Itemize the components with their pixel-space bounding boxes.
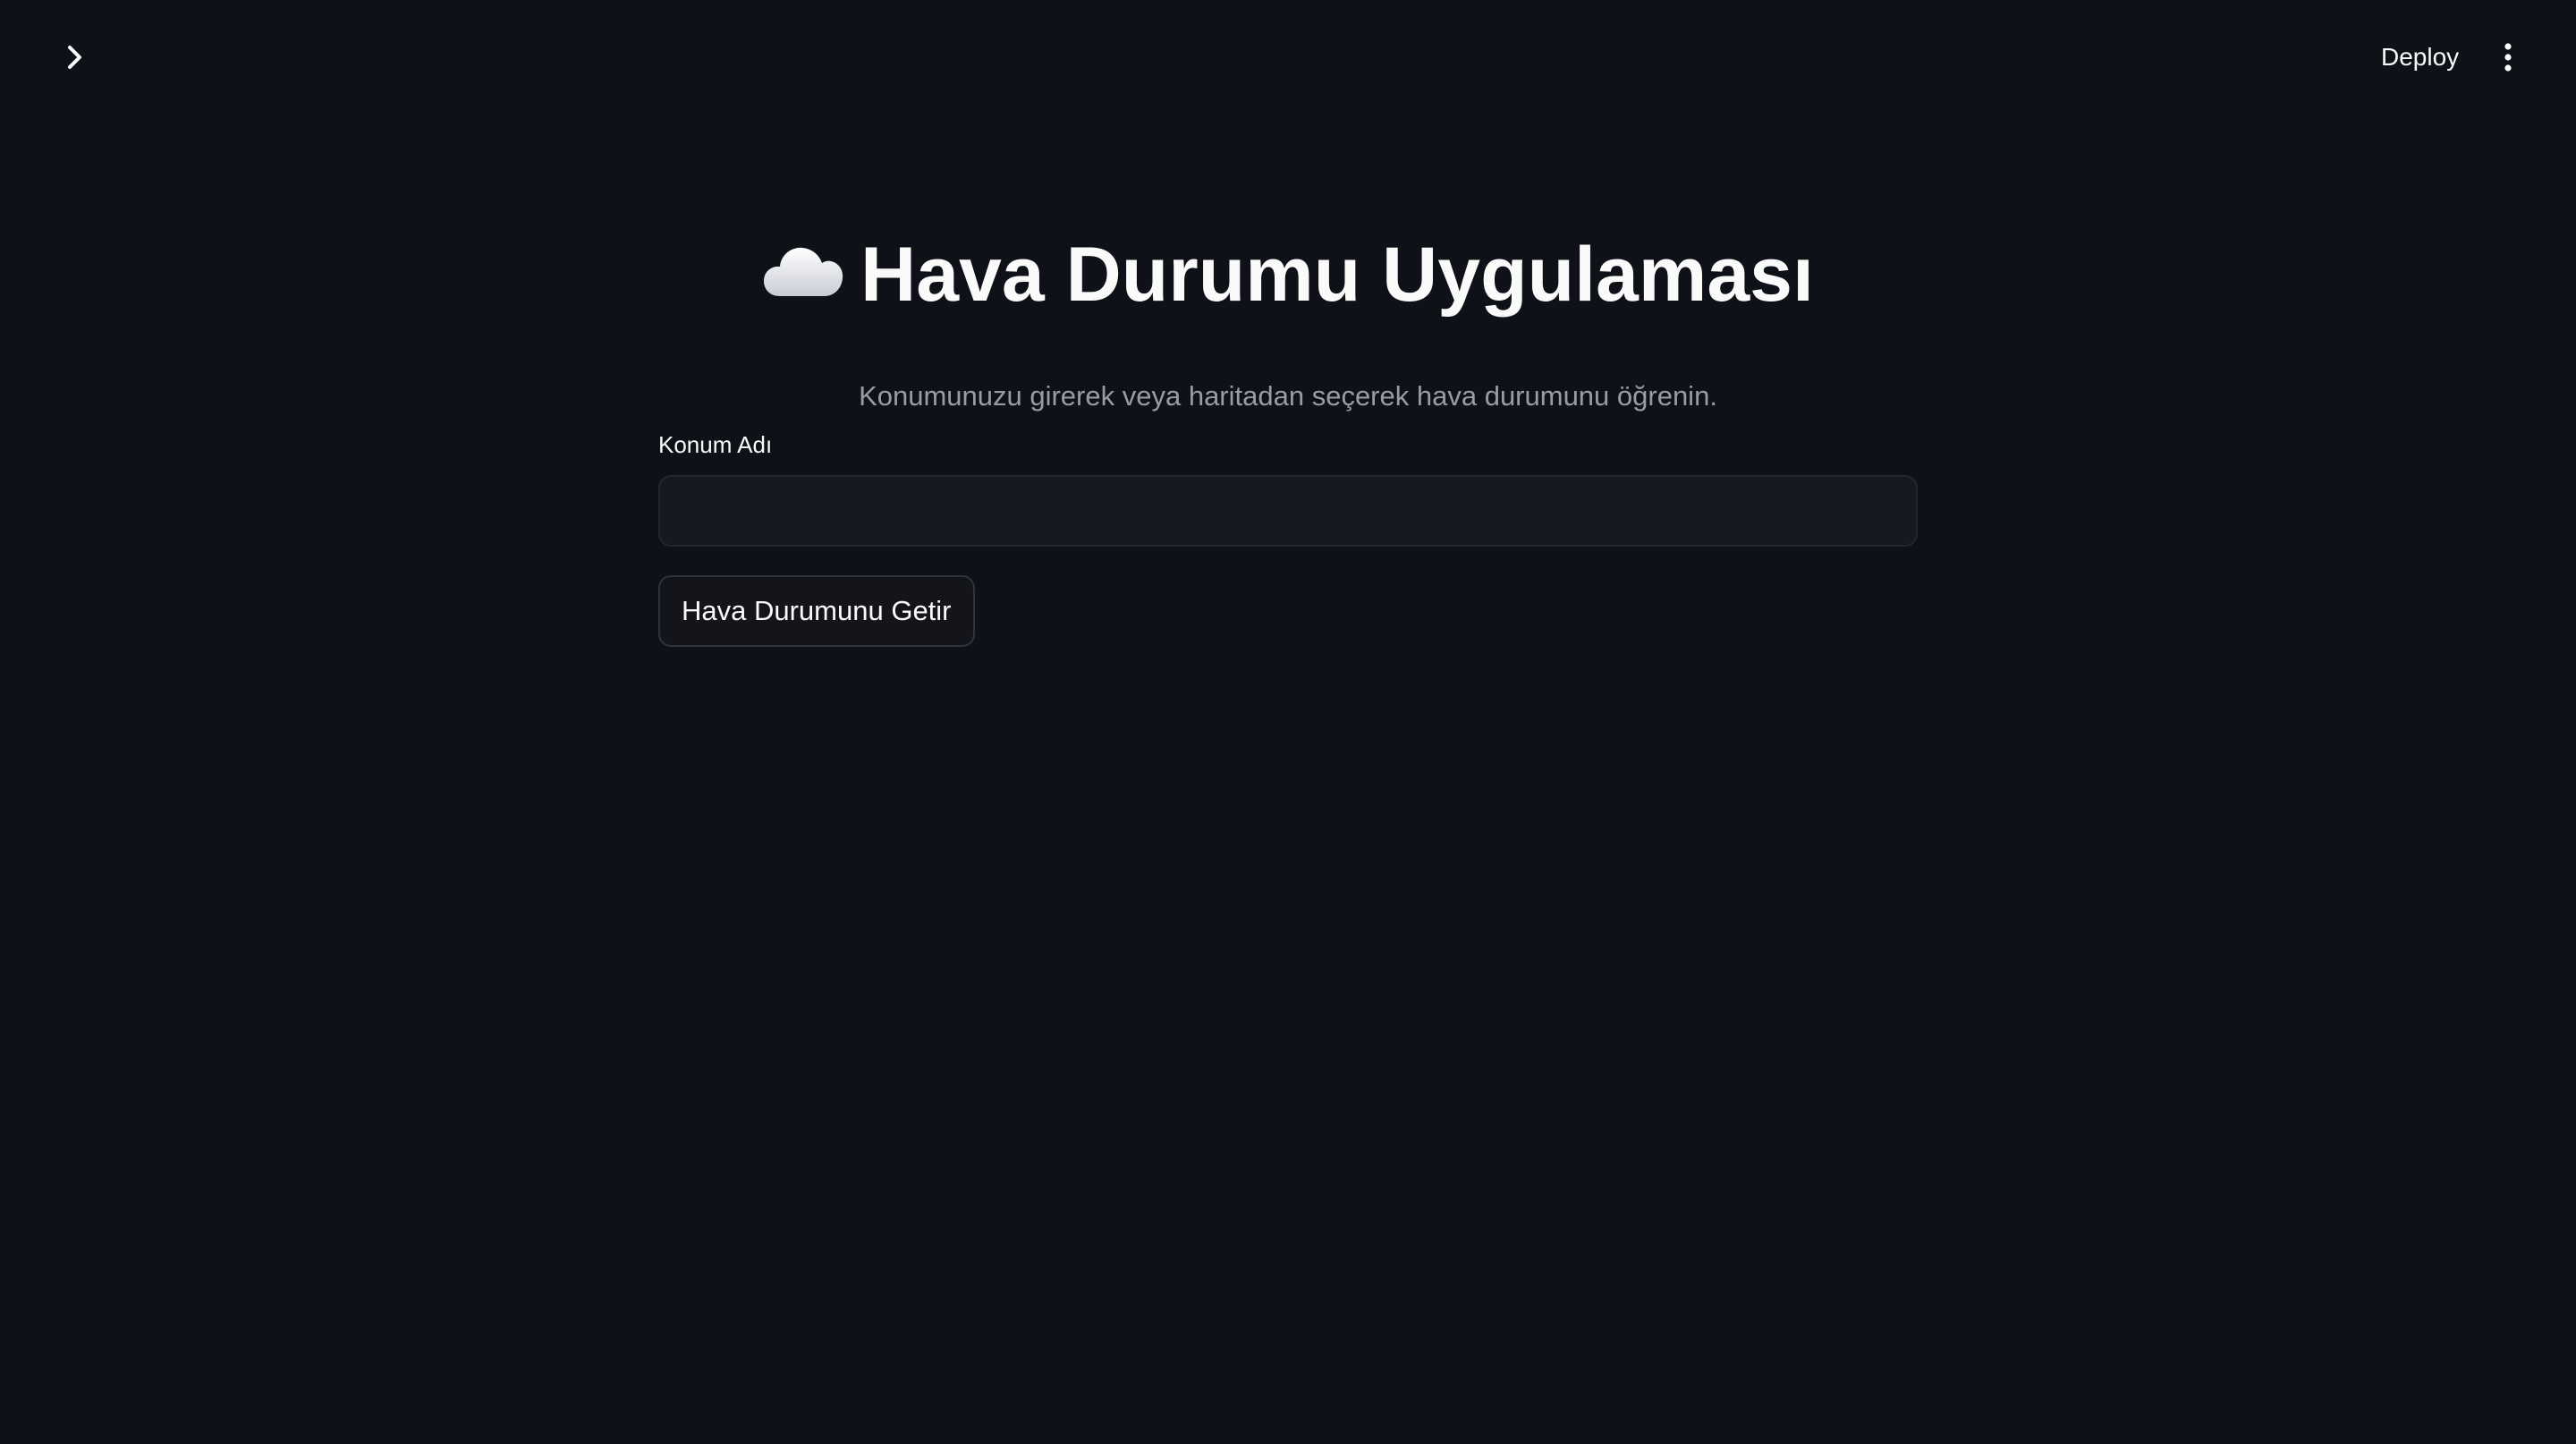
cloud-icon [764, 247, 843, 296]
sidebar-toggle-button[interactable] [55, 38, 95, 77]
kebab-menu-icon [2504, 43, 2512, 72]
page-subtitle: Konumunuzu girerek veya haritadan seçere… [859, 380, 1717, 412]
deploy-button[interactable]: Deploy [2368, 34, 2471, 81]
chevron-right-icon [68, 46, 81, 69]
page-title: Hava Durumu Uygulaması [860, 231, 1814, 318]
location-field-label: Konum Adı [658, 431, 773, 458]
main-menu-button[interactable] [2488, 36, 2528, 79]
top-toolbar: Deploy [0, 0, 2576, 111]
fetch-weather-button[interactable]: Hava Durumunu Getir [658, 575, 975, 647]
location-input[interactable] [658, 475, 1918, 547]
page-title-row: Hava Durumu Uygulaması [658, 225, 1918, 324]
